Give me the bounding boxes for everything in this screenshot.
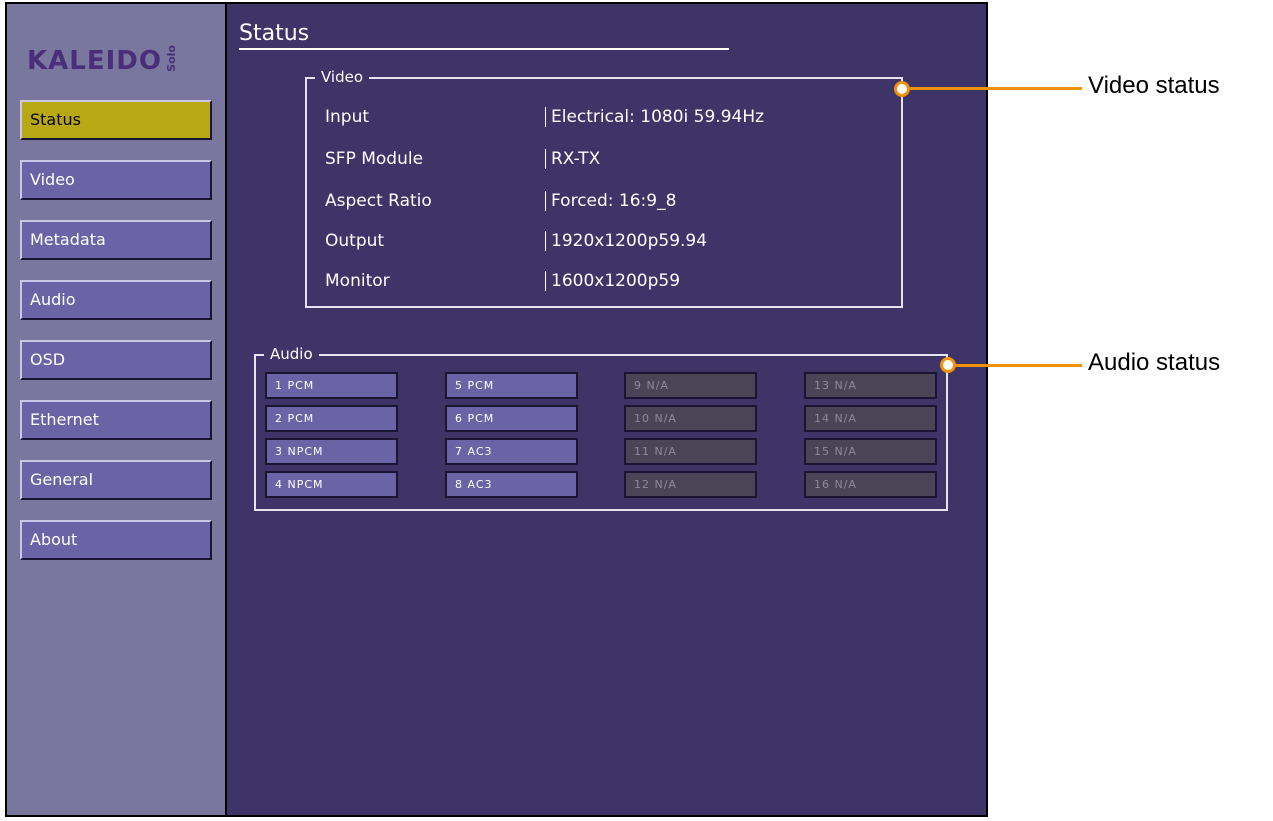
audio-channel-8: 8 AC3 — [445, 471, 578, 498]
audio-channel-14: 14 N/A — [804, 405, 937, 432]
video-output-value: 1920x1200p59.94 — [545, 231, 707, 251]
video-callout-line — [910, 87, 1082, 90]
video-status-callout: Video status — [1088, 72, 1220, 99]
audio-channel-13: 13 N/A — [804, 372, 937, 399]
audio-channel-9: 9 N/A — [624, 372, 757, 399]
audio-channel-15: 15 N/A — [804, 438, 937, 465]
sidebar: KALEIDO Solo Status Video Metadata Audio… — [7, 4, 227, 815]
page-title: Status — [239, 22, 729, 50]
audio-channel-16: 16 N/A — [804, 471, 937, 498]
nav-about-button[interactable]: About — [20, 520, 212, 560]
audio-channel-2: 2 PCM — [265, 405, 398, 432]
kaleido-logo: KALEIDO Solo — [27, 45, 178, 76]
video-aspect-value: Forced: 16:9_8 — [545, 191, 676, 211]
kaleido-window: KALEIDO Solo Status Video Metadata Audio… — [5, 2, 988, 817]
video-monitor-value: 1600x1200p59 — [545, 271, 680, 291]
audio-channel-7: 7 AC3 — [445, 438, 578, 465]
audio-group-legend: Audio — [264, 345, 319, 363]
nav-osd-button[interactable]: OSD — [20, 340, 212, 380]
audio-channel-5: 5 PCM — [445, 372, 578, 399]
audio-channel-3: 3 NPCM — [265, 438, 398, 465]
nav-audio-button[interactable]: Audio — [20, 280, 212, 320]
audio-channel-1: 1 PCM — [265, 372, 398, 399]
audio-status-group: Audio 1 PCM 2 PCM 3 NPCM 4 NPCM 5 PCM 6 … — [254, 345, 948, 511]
audio-channel-10: 10 N/A — [624, 405, 757, 432]
audio-channel-4: 4 NPCM — [265, 471, 398, 498]
video-sfp-label: SFP Module — [325, 149, 424, 169]
video-callout-dot — [894, 81, 910, 97]
video-input-value: Electrical: 1080i 59.94Hz — [545, 107, 764, 127]
main-panel: Status Video Input Electrical: 1080i 59.… — [227, 4, 986, 815]
audio-channel-11: 11 N/A — [624, 438, 757, 465]
audio-channel-6: 6 PCM — [445, 405, 578, 432]
nav-general-button[interactable]: General — [20, 460, 212, 500]
video-input-label: Input — [325, 107, 370, 127]
audio-channel-12: 12 N/A — [624, 471, 757, 498]
video-aspect-label: Aspect Ratio — [325, 191, 432, 211]
video-monitor-label: Monitor — [325, 271, 390, 291]
nav-status-button[interactable]: Status — [20, 100, 212, 140]
audio-status-callout: Audio status — [1088, 349, 1221, 376]
audio-callout-dot — [940, 357, 956, 373]
video-status-group: Video Input Electrical: 1080i 59.94Hz SF… — [305, 68, 903, 308]
nav-metadata-button[interactable]: Metadata — [20, 220, 212, 260]
nav-video-button[interactable]: Video — [20, 160, 212, 200]
video-group-legend: Video — [315, 68, 370, 86]
audio-callout-line — [956, 364, 1082, 367]
nav-ethernet-button[interactable]: Ethernet — [20, 400, 212, 440]
video-sfp-value: RX-TX — [545, 149, 600, 169]
video-output-label: Output — [325, 231, 385, 251]
